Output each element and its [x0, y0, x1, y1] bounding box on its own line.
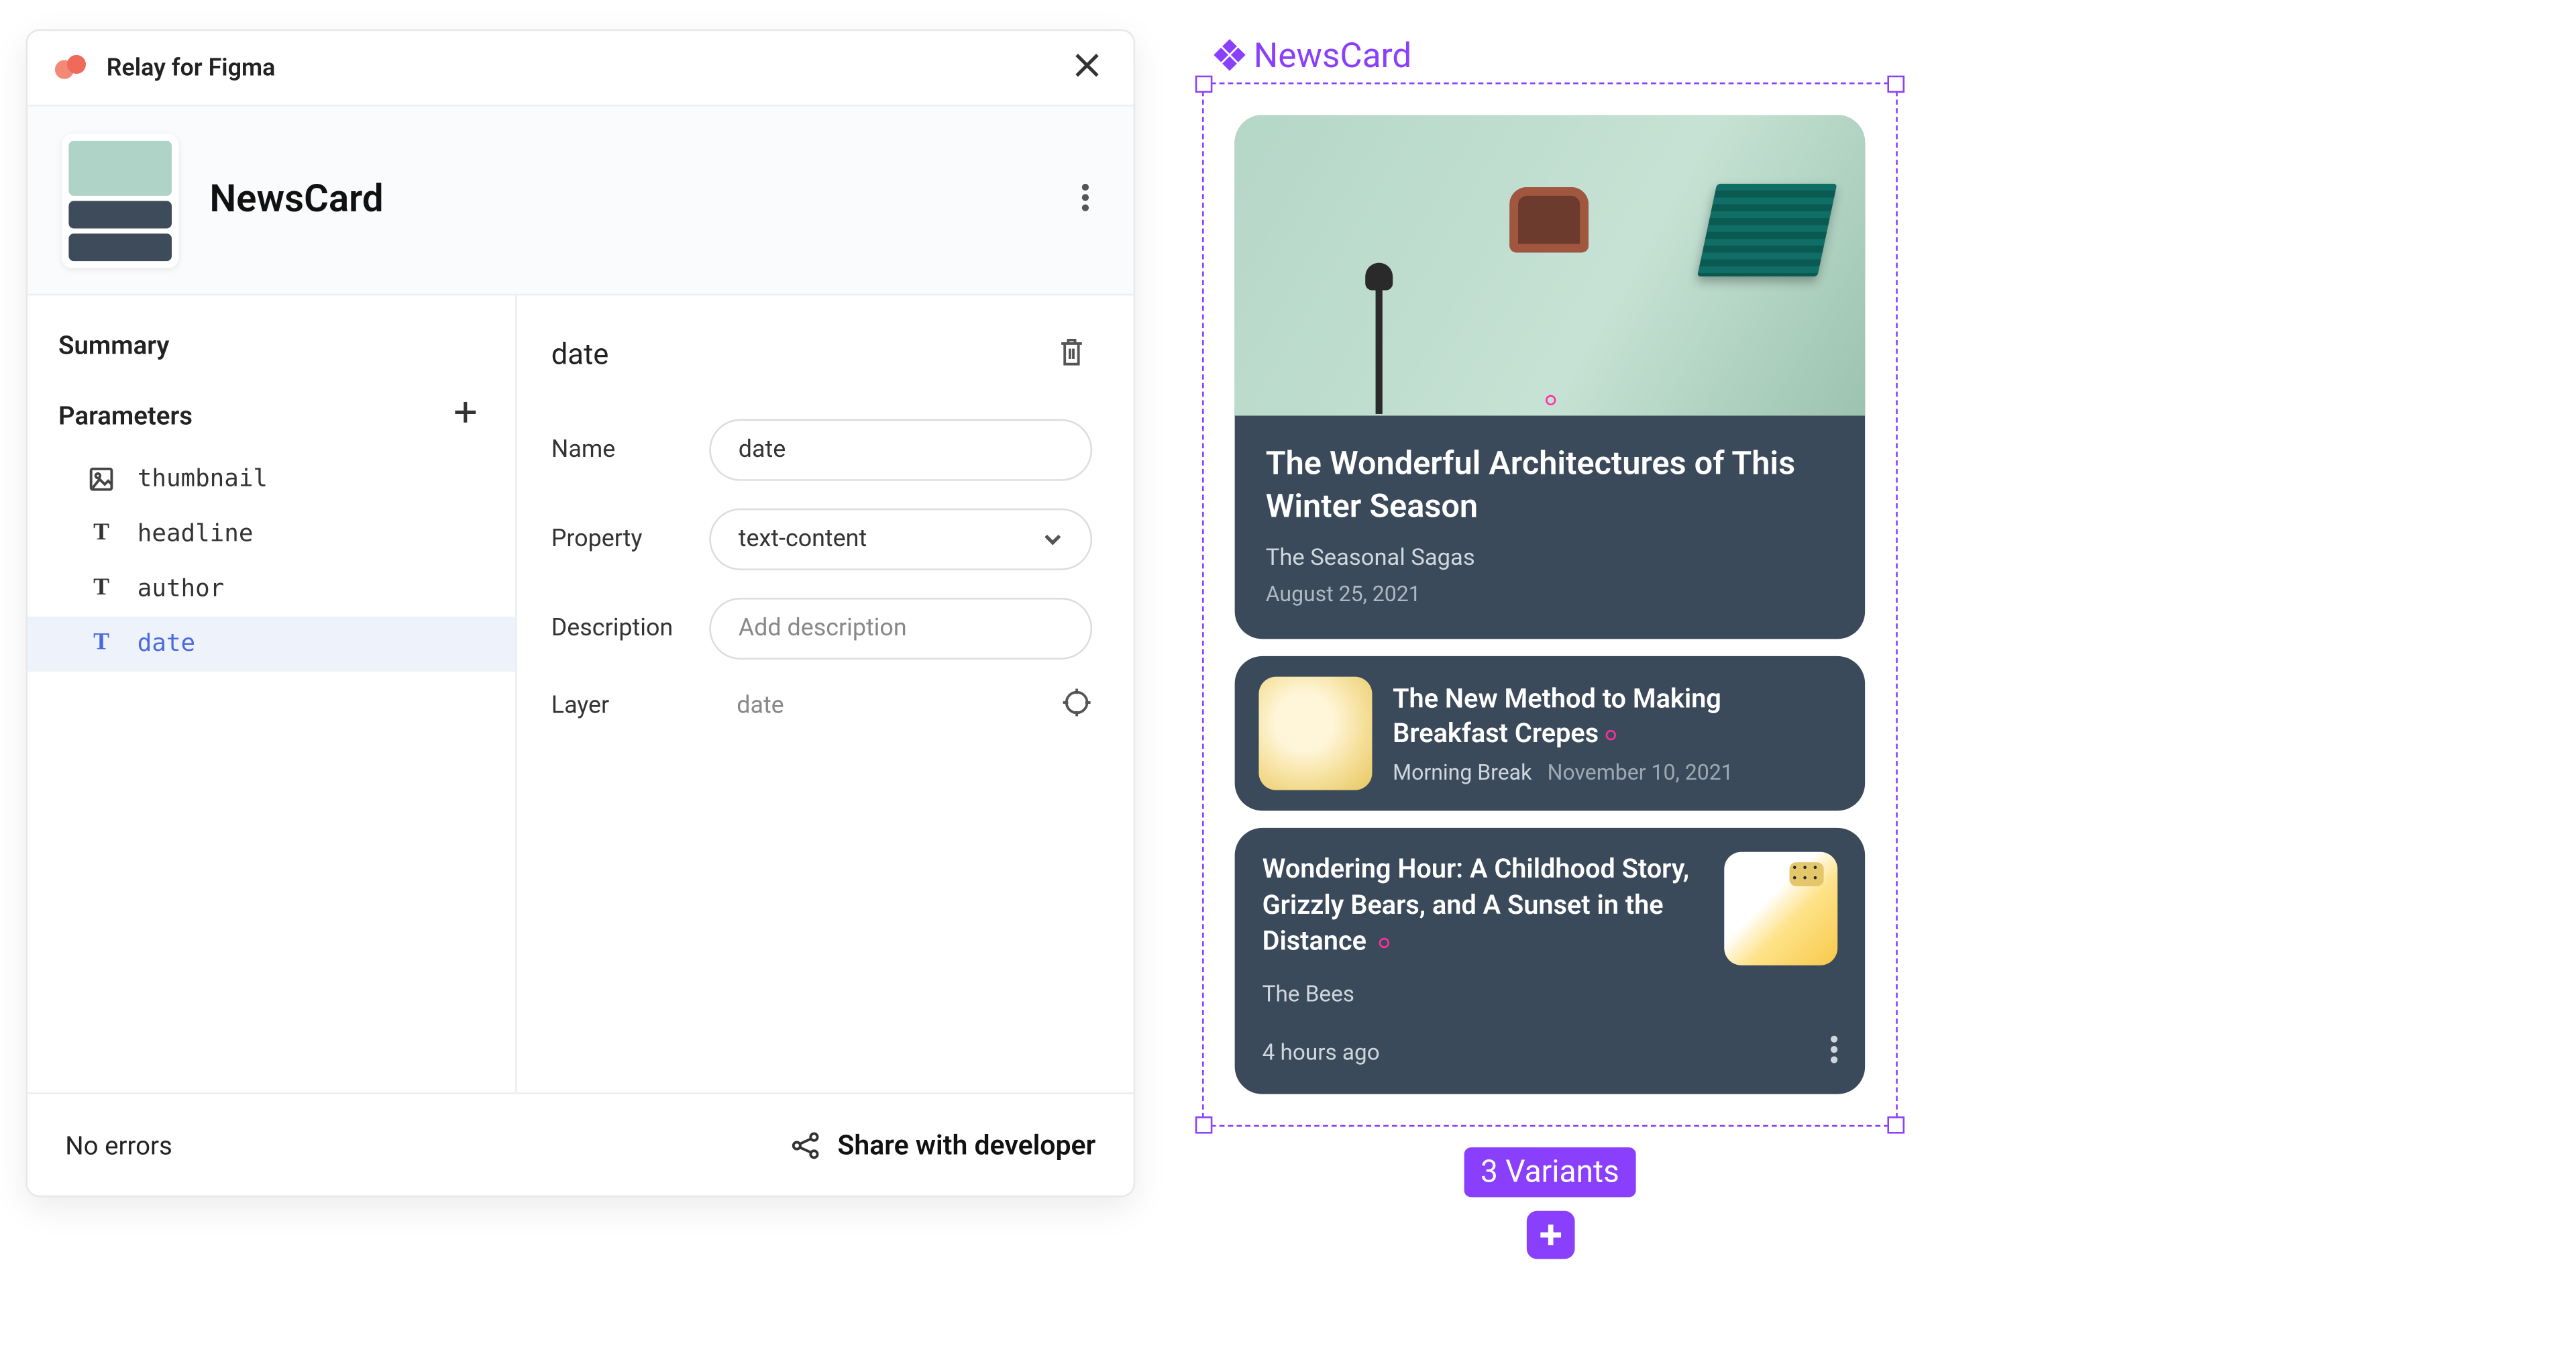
- description-label: Description: [551, 615, 710, 642]
- compact-author: The Bees: [1263, 983, 1838, 1008]
- param-author[interactable]: T author: [28, 562, 515, 617]
- property-label: Property: [551, 525, 710, 553]
- resize-handle-tr[interactable]: [1887, 76, 1904, 93]
- summary-tab[interactable]: Summary: [28, 330, 515, 392]
- property-value: text-content: [739, 525, 867, 553]
- component-frame-name: NewsCard: [1254, 34, 1412, 75]
- component-more-button[interactable]: [1071, 172, 1099, 227]
- newscard-compact-variant[interactable]: Wondering Hour: A Childhood Story, Grizz…: [1235, 829, 1866, 1095]
- component-frame-label[interactable]: NewsCard: [1216, 34, 1897, 75]
- left-column: Summary Parameters thumbnail T headline: [28, 295, 517, 1092]
- hero-date: August 25, 2021: [1266, 583, 1834, 609]
- share-label: Share with developer: [837, 1129, 1095, 1161]
- text-icon: T: [89, 576, 113, 603]
- name-input[interactable]: date: [709, 419, 1092, 481]
- param-label: author: [138, 576, 224, 603]
- param-date[interactable]: T date: [28, 617, 515, 672]
- add-variant-button[interactable]: [1526, 1212, 1574, 1260]
- param-headline[interactable]: T headline: [28, 507, 515, 562]
- errors-status: No errors: [65, 1129, 172, 1160]
- add-parameter-button[interactable]: [447, 392, 484, 438]
- param-thumbnail[interactable]: thumbnail: [28, 452, 515, 507]
- relay-logo-icon: [55, 54, 93, 82]
- parameters-heading: Parameters: [58, 399, 193, 430]
- delete-parameter-button[interactable]: [1051, 330, 1092, 382]
- component-header: NewsCard: [28, 107, 1134, 296]
- pin-indicator-icon: [1605, 729, 1615, 739]
- audio-date: November 10, 2021: [1548, 761, 1733, 786]
- close-button[interactable]: [1068, 45, 1106, 91]
- component-icon: [1216, 41, 1243, 68]
- text-icon: T: [89, 521, 113, 548]
- compact-thumbnail: [1724, 853, 1837, 966]
- audio-headline: The New Method to Making Breakfast Crepe…: [1393, 682, 1841, 751]
- relay-plugin-panel: Relay for Figma NewsCard Summary Paramet…: [25, 30, 1135, 1198]
- hero-thumbnail: [1235, 115, 1866, 416]
- plugin-header: Relay for Figma: [28, 31, 1134, 107]
- audio-thumbnail: [1258, 678, 1372, 791]
- layer-label: Layer: [551, 692, 710, 720]
- resize-handle-tl[interactable]: [1195, 76, 1213, 93]
- detail-title: date: [551, 338, 609, 372]
- resize-handle-br[interactable]: [1887, 1117, 1904, 1135]
- compact-more-button[interactable]: [1831, 1037, 1837, 1071]
- resize-handle-bl[interactable]: [1195, 1117, 1213, 1135]
- locate-layer-button[interactable]: [1061, 687, 1092, 725]
- hero-author: The Seasonal Sagas: [1266, 545, 1834, 572]
- newscard-audio-variant[interactable]: The New Method to Making Breakfast Crepe…: [1235, 657, 1866, 811]
- component-thumbnail: [62, 133, 178, 267]
- parameter-list: thumbnail T headline T author T date: [28, 452, 515, 672]
- variants-badge: 3 Variants: [1463, 1148, 1636, 1198]
- detail-column: date Name date Property text-content: [517, 295, 1134, 1092]
- param-label: headline: [138, 521, 254, 548]
- pin-indicator-icon: [1380, 938, 1390, 948]
- name-label: Name: [551, 436, 710, 464]
- audio-author: Morning Break: [1393, 761, 1532, 786]
- chevron-down-icon: [1042, 529, 1063, 549]
- property-select[interactable]: text-content: [709, 509, 1092, 570]
- compact-time: 4 hours ago: [1263, 1041, 1380, 1066]
- share-icon: [790, 1129, 820, 1160]
- component-name: NewsCard: [209, 178, 383, 221]
- component-selection[interactable]: The Wonderful Architectures of This Wint…: [1202, 83, 1898, 1127]
- pin-indicator-icon: [1545, 395, 1555, 405]
- image-icon: [89, 467, 113, 491]
- figma-canvas: NewsCard The Wonderful Architectures of …: [1202, 34, 1898, 1127]
- compact-headline: Wondering Hour: A Childhood Story, Grizz…: [1263, 853, 1701, 966]
- param-label: thumbnail: [138, 466, 268, 493]
- description-input[interactable]: Add description: [709, 598, 1092, 660]
- param-label: date: [138, 631, 195, 658]
- text-icon: T: [89, 631, 113, 658]
- newscard-hero-variant[interactable]: The Wonderful Architectures of This Wint…: [1235, 115, 1866, 640]
- panel-footer: No errors Share with developer: [28, 1092, 1134, 1196]
- hero-headline: The Wonderful Architectures of This Wint…: [1266, 443, 1834, 527]
- share-with-developer-button[interactable]: Share with developer: [790, 1129, 1096, 1161]
- layer-value: date: [709, 692, 1061, 720]
- plugin-title: Relay for Figma: [107, 54, 276, 82]
